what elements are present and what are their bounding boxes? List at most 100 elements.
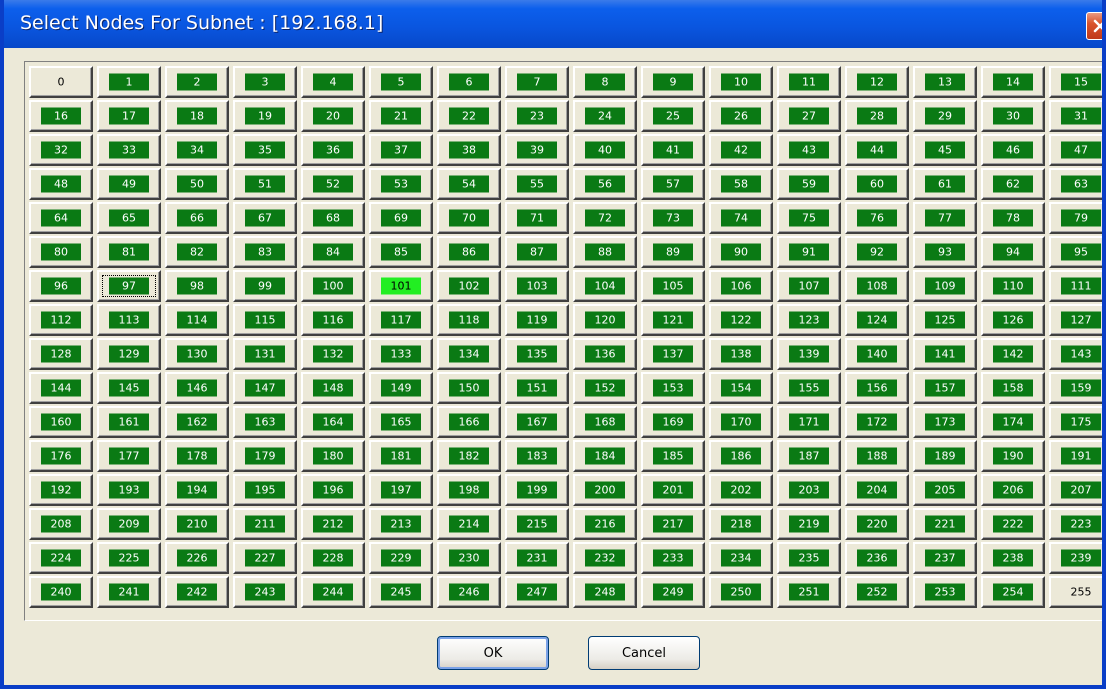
node-button[interactable]: 213 <box>369 508 433 540</box>
node-button[interactable]: 79 <box>1049 202 1102 234</box>
node-button[interactable]: 53 <box>369 168 433 200</box>
node-button[interactable]: 184 <box>573 440 637 472</box>
node-button[interactable]: 39 <box>505 134 569 166</box>
node-button[interactable]: 152 <box>573 372 637 404</box>
node-button[interactable]: 205 <box>913 474 977 506</box>
node-button[interactable]: 105 <box>641 270 705 302</box>
node-button[interactable]: 147 <box>233 372 297 404</box>
node-button[interactable]: 8 <box>573 66 637 98</box>
node-button[interactable]: 85 <box>369 236 433 268</box>
node-button[interactable]: 94 <box>981 236 1045 268</box>
node-button[interactable]: 20 <box>301 100 365 132</box>
node-button[interactable]: 143 <box>1049 338 1102 370</box>
node-button[interactable]: 77 <box>913 202 977 234</box>
node-button[interactable]: 150 <box>437 372 501 404</box>
node-button[interactable]: 196 <box>301 474 365 506</box>
node-button[interactable]: 89 <box>641 236 705 268</box>
node-button[interactable]: 146 <box>165 372 229 404</box>
node-button[interactable]: 238 <box>981 542 1045 574</box>
node-button[interactable]: 22 <box>437 100 501 132</box>
node-button[interactable]: 127 <box>1049 304 1102 336</box>
node-button[interactable]: 33 <box>97 134 161 166</box>
node-button[interactable]: 227 <box>233 542 297 574</box>
node-button[interactable]: 92 <box>845 236 909 268</box>
node-button[interactable]: 45 <box>913 134 977 166</box>
node-button[interactable]: 34 <box>165 134 229 166</box>
node-button[interactable]: 234 <box>709 542 773 574</box>
node-button[interactable]: 112 <box>29 304 93 336</box>
node-button[interactable]: 167 <box>505 406 569 438</box>
node-button[interactable]: 9 <box>641 66 705 98</box>
node-button[interactable]: 50 <box>165 168 229 200</box>
node-button[interactable]: 191 <box>1049 440 1102 472</box>
node-button[interactable]: 148 <box>301 372 365 404</box>
node-button[interactable]: 139 <box>777 338 841 370</box>
node-button[interactable]: 194 <box>165 474 229 506</box>
node-button[interactable]: 101 <box>369 270 433 302</box>
node-button[interactable]: 140 <box>845 338 909 370</box>
node-button[interactable]: 138 <box>709 338 773 370</box>
node-button[interactable]: 251 <box>777 576 841 608</box>
node-button[interactable]: 41 <box>641 134 705 166</box>
node-button[interactable]: 65 <box>97 202 161 234</box>
node-button[interactable]: 178 <box>165 440 229 472</box>
node-button[interactable]: 46 <box>981 134 1045 166</box>
node-button[interactable]: 114 <box>165 304 229 336</box>
node-button[interactable]: 193 <box>97 474 161 506</box>
node-button[interactable]: 118 <box>437 304 501 336</box>
node-button[interactable]: 124 <box>845 304 909 336</box>
node-button[interactable]: 233 <box>641 542 705 574</box>
node-button[interactable]: 231 <box>505 542 569 574</box>
node-button[interactable]: 185 <box>641 440 705 472</box>
node-button[interactable]: 88 <box>573 236 637 268</box>
node-button[interactable]: 57 <box>641 168 705 200</box>
node-button[interactable]: 229 <box>369 542 433 574</box>
node-button[interactable]: 74 <box>709 202 773 234</box>
node-button[interactable]: 55 <box>505 168 569 200</box>
node-button[interactable]: 203 <box>777 474 841 506</box>
node-button[interactable]: 117 <box>369 304 433 336</box>
node-button[interactable]: 226 <box>165 542 229 574</box>
node-button[interactable]: 3 <box>233 66 297 98</box>
node-button[interactable]: 1 <box>97 66 161 98</box>
node-button[interactable]: 144 <box>29 372 93 404</box>
node-button[interactable]: 248 <box>573 576 637 608</box>
node-button[interactable]: 161 <box>97 406 161 438</box>
node-button[interactable]: 168 <box>573 406 637 438</box>
node-button[interactable]: 163 <box>233 406 297 438</box>
node-button[interactable]: 62 <box>981 168 1045 200</box>
node-button[interactable]: 43 <box>777 134 841 166</box>
node-button[interactable]: 7 <box>505 66 569 98</box>
node-button[interactable]: 104 <box>573 270 637 302</box>
node-button[interactable]: 44 <box>845 134 909 166</box>
node-button[interactable]: 221 <box>913 508 977 540</box>
node-button[interactable]: 131 <box>233 338 297 370</box>
node-button[interactable]: 151 <box>505 372 569 404</box>
node-button[interactable]: 75 <box>777 202 841 234</box>
node-button[interactable]: 121 <box>641 304 705 336</box>
node-button[interactable]: 192 <box>29 474 93 506</box>
node-button[interactable]: 116 <box>301 304 365 336</box>
node-button[interactable]: 115 <box>233 304 297 336</box>
node-button[interactable]: 153 <box>641 372 705 404</box>
node-button[interactable]: 111 <box>1049 270 1102 302</box>
node-button[interactable]: 83 <box>233 236 297 268</box>
node-button[interactable]: 182 <box>437 440 501 472</box>
node-button[interactable]: 119 <box>505 304 569 336</box>
node-button[interactable]: 63 <box>1049 168 1102 200</box>
node-button[interactable]: 70 <box>437 202 501 234</box>
node-button[interactable]: 13 <box>913 66 977 98</box>
node-button[interactable]: 211 <box>233 508 297 540</box>
node-button[interactable]: 236 <box>845 542 909 574</box>
node-button[interactable]: 4 <box>301 66 365 98</box>
node-button[interactable]: 164 <box>301 406 365 438</box>
node-button[interactable]: 99 <box>233 270 297 302</box>
node-button[interactable]: 102 <box>437 270 501 302</box>
node-button[interactable]: 98 <box>165 270 229 302</box>
node-button[interactable]: 206 <box>981 474 1045 506</box>
node-button[interactable]: 225 <box>97 542 161 574</box>
node-button[interactable]: 165 <box>369 406 433 438</box>
node-button[interactable]: 176 <box>29 440 93 472</box>
node-button[interactable]: 217 <box>641 508 705 540</box>
node-button[interactable]: 254 <box>981 576 1045 608</box>
